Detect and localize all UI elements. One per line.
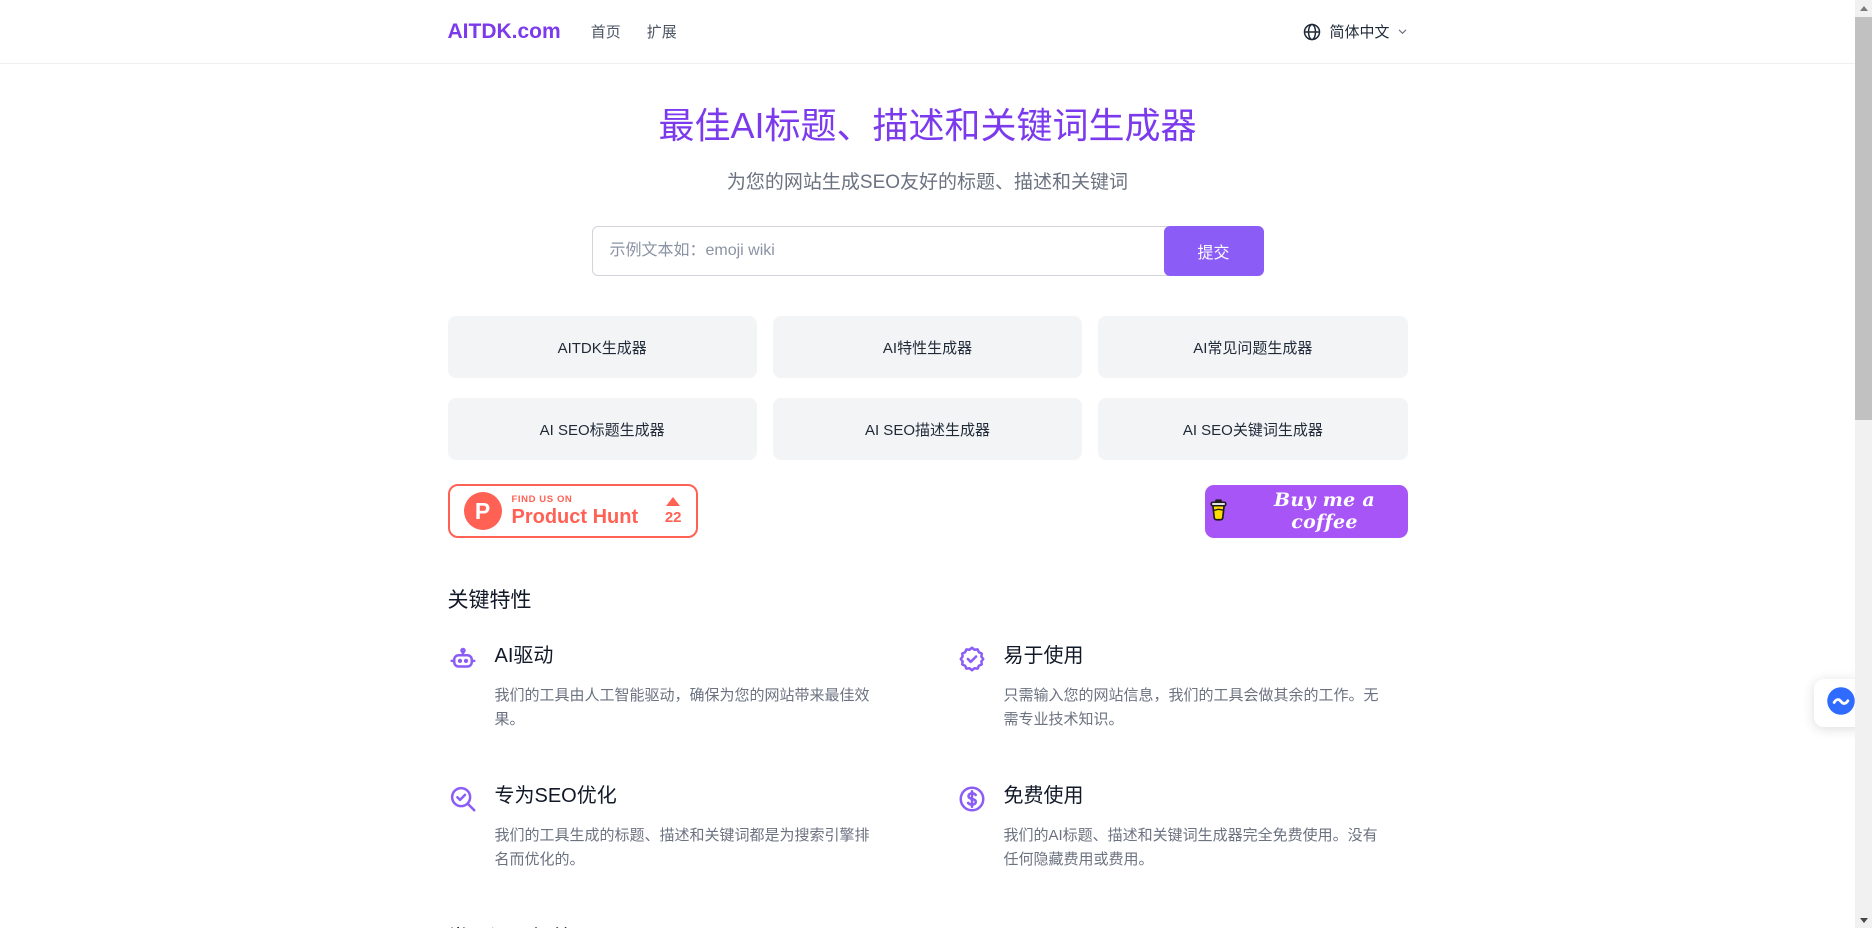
generator-buttons-grid: AITDK生成器 AI特性生成器 AI常见问题生成器 AI SEO标题生成器 A… bbox=[448, 316, 1408, 460]
product-hunt-tagline: FIND US ON bbox=[512, 495, 639, 505]
generator-button-seo-title[interactable]: AI SEO标题生成器 bbox=[448, 398, 757, 460]
generator-button-seo-description[interactable]: AI SEO描述生成器 bbox=[773, 398, 1082, 460]
generator-input-row: 提交 bbox=[592, 226, 1264, 276]
page-title: 最佳AI标题、描述和关键词生成器 bbox=[448, 104, 1408, 148]
page: AITDK.com 首页 扩展 简体中文 最佳AI标题、描述和关键词生成器 bbox=[0, 0, 1855, 928]
badges-row: P FIND US ON Product Hunt 22 bbox=[448, 484, 1408, 538]
submit-button[interactable]: 提交 bbox=[1164, 226, 1264, 276]
feature-description: 我们的工具生成的标题、描述和关键词都是为搜索引擎排名而优化的。 bbox=[495, 824, 879, 872]
coffee-cup-icon bbox=[1205, 496, 1232, 526]
generator-button-faq[interactable]: AI常见问题生成器 bbox=[1098, 316, 1407, 378]
hero-section: 最佳AI标题、描述和关键词生成器 为您的网站生成SEO友好的标题、描述和关键词 … bbox=[448, 64, 1408, 928]
upvote-widget: 22 bbox=[665, 497, 682, 525]
upvote-count: 22 bbox=[665, 510, 682, 525]
nav-link-home[interactable]: 首页 bbox=[591, 21, 621, 42]
generator-button-aitdk[interactable]: AITDK生成器 bbox=[448, 316, 757, 378]
main-nav: 首页 扩展 bbox=[591, 21, 677, 42]
globe-icon bbox=[1302, 22, 1322, 42]
language-label: 简体中文 bbox=[1329, 21, 1389, 42]
features-grid: AI驱动 我们的工具由人工智能驱动，确保为您的网站带来最佳效果。 易于使用 只需… bbox=[448, 642, 1408, 872]
header: AITDK.com 首页 扩展 简体中文 bbox=[0, 0, 1855, 64]
nav-link-extensions[interactable]: 扩展 bbox=[647, 21, 677, 42]
feature-item-easy-to-use: 易于使用 只需输入您的网站信息，我们的工具会做其余的工作。无需专业技术知识。 bbox=[957, 642, 1408, 732]
buy-me-a-coffee-button[interactable]: Buy me a coffee bbox=[1205, 485, 1408, 538]
feature-item-free-to-use: 免费使用 我们的AI标题、描述和关键词生成器完全免费使用。没有任何隐藏费用或费用… bbox=[957, 782, 1408, 872]
dollar-circle-icon bbox=[957, 784, 987, 814]
feature-title: 易于使用 bbox=[1004, 642, 1388, 670]
extension-logo-icon bbox=[1826, 686, 1856, 721]
feature-description: 只需输入您的网站信息，我们的工具会做其余的工作。无需专业技术知识。 bbox=[1004, 684, 1388, 732]
product-hunt-badge[interactable]: P FIND US ON Product Hunt 22 bbox=[448, 484, 698, 538]
search-check-icon bbox=[448, 784, 478, 814]
sample-text-input[interactable] bbox=[592, 226, 1168, 276]
product-hunt-name: Product Hunt bbox=[512, 507, 639, 527]
feature-description: 我们的工具由人工智能驱动，确保为您的网站带来最佳效果。 bbox=[495, 684, 879, 732]
badge-check-icon bbox=[957, 644, 987, 674]
scrollbar[interactable] bbox=[1855, 0, 1872, 928]
product-hunt-logo-icon: P bbox=[464, 492, 502, 530]
feature-description: 我们的AI标题、描述和关键词生成器完全免费使用。没有任何隐藏费用或费用。 bbox=[1004, 824, 1388, 872]
upvote-icon bbox=[666, 497, 680, 506]
feature-item-seo-optimized: 专为SEO优化 我们的工具生成的标题、描述和关键词都是为搜索引擎排名而优化的。 bbox=[448, 782, 899, 872]
generator-button-seo-keywords[interactable]: AI SEO关键词生成器 bbox=[1098, 398, 1407, 460]
faq-heading: 常见问题解答 bbox=[448, 922, 1408, 928]
brand-logo[interactable]: AITDK.com bbox=[448, 20, 561, 44]
robot-icon bbox=[448, 644, 478, 674]
generator-button-features[interactable]: AI特性生成器 bbox=[773, 316, 1082, 378]
feature-title: 专为SEO优化 bbox=[495, 782, 879, 810]
language-selector[interactable]: 简体中文 bbox=[1302, 21, 1407, 42]
features-heading: 关键特性 bbox=[448, 584, 1408, 614]
page-subtitle: 为您的网站生成SEO友好的标题、描述和关键词 bbox=[448, 170, 1408, 196]
scrollbar-down-button[interactable] bbox=[1855, 912, 1872, 928]
chevron-down-icon bbox=[1397, 26, 1408, 37]
buy-me-a-coffee-label: Buy me a coffee bbox=[1242, 489, 1408, 533]
scrollbar-thumb[interactable] bbox=[1855, 17, 1872, 420]
scrollbar-up-button[interactable] bbox=[1855, 0, 1872, 16]
feature-item-ai-powered: AI驱动 我们的工具由人工智能驱动，确保为您的网站带来最佳效果。 bbox=[448, 642, 899, 732]
feature-title: AI驱动 bbox=[495, 642, 879, 670]
feature-title: 免费使用 bbox=[1004, 782, 1388, 810]
